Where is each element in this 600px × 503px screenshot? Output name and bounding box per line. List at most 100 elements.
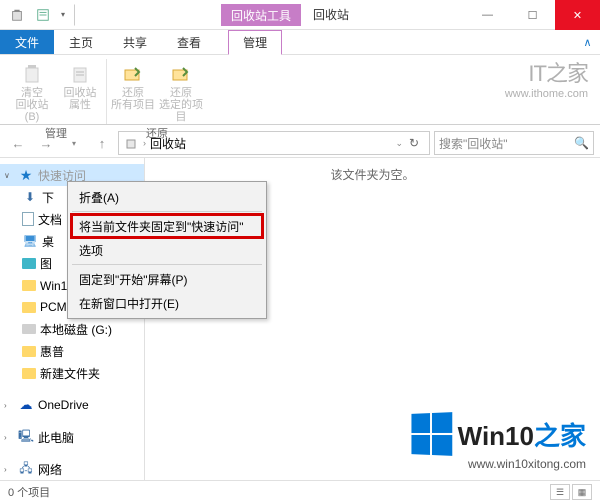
wm-it-url: www.ithome.com <box>505 88 588 100</box>
chevron-right-icon[interactable]: › <box>4 401 14 410</box>
icons-view-button[interactable]: ▦ <box>572 484 592 500</box>
qat-separator <box>74 4 96 26</box>
chevron-down-icon[interactable]: ∨ <box>4 171 14 180</box>
titlebar: ▾ 回收站工具 回收站 — ☐ ✕ <box>0 0 600 30</box>
tree-label: 文档 <box>38 211 62 228</box>
empty-bin-icon <box>16 61 48 85</box>
qat-recycle-bin-icon[interactable] <box>6 4 28 26</box>
context-menu: 折叠(A) 将当前文件夹固定到"快速访问" 选项 固定到"开始"屏幕(P) 在新… <box>67 181 267 319</box>
cm-pin-to-quick-access[interactable]: 将当前文件夹固定到"快速访问" <box>71 214 263 238</box>
status-item-count: 0 个项目 <box>8 484 50 500</box>
group-restore-label: 还原 <box>146 125 168 141</box>
folder-icon <box>22 280 36 291</box>
folder-icon <box>22 302 36 313</box>
ribbon-group-restore: 还原 所有项目 还原 选定的项目 还原 <box>107 59 207 124</box>
restore-all-label: 还原 所有项目 <box>111 87 155 111</box>
details-view-button[interactable]: ☰ <box>550 484 570 500</box>
wm-it-brand: IT <box>528 61 546 86</box>
watermark-ithome: IT之家 www.ithome.com <box>505 56 588 100</box>
tree-label: 网络 <box>38 461 62 478</box>
tree-label: 新建文件夹 <box>40 365 100 382</box>
cm-pin-to-start[interactable]: 固定到"开始"屏幕(P) <box>71 267 263 291</box>
search-placeholder: 搜索"回收站" <box>439 135 508 152</box>
tab-manage[interactable]: 管理 <box>228 30 282 55</box>
search-input[interactable]: 搜索"回收站" 🔍 <box>434 131 594 155</box>
qat-properties-icon[interactable] <box>32 4 54 26</box>
wm-win10-url: www.win10xitong.com <box>410 457 586 471</box>
tab-view[interactable]: 查看 <box>162 30 216 54</box>
tab-share[interactable]: 共享 <box>108 30 162 54</box>
network-icon: 🖧 <box>18 461 34 477</box>
restore-selected-button[interactable]: 还原 选定的项目 <box>159 61 203 123</box>
path-recycle-bin-icon <box>123 135 139 151</box>
close-button[interactable]: ✕ <box>555 0 600 30</box>
download-icon: ⬇ <box>22 189 38 205</box>
tree-item-folder[interactable]: 惠普 <box>0 340 144 362</box>
wm-it-suffix: 之家 <box>546 61 588 86</box>
folder-icon <box>22 368 36 379</box>
group-manage-label: 管理 <box>45 125 67 141</box>
up-button[interactable]: ↑ <box>90 131 114 155</box>
tab-file[interactable]: 文件 <box>0 30 54 54</box>
wm-win10-suffix: 之家 <box>534 421 586 451</box>
tree-item-drive[interactable]: 本地磁盘 (G:) <box>0 318 144 340</box>
refresh-button[interactable]: ↻ <box>403 136 425 150</box>
pictures-icon <box>22 258 36 269</box>
tree-network[interactable]: › 🖧网络 <box>0 458 144 480</box>
window-title: 回收站 <box>313 0 349 29</box>
restore-all-icon <box>117 61 149 85</box>
maximize-button[interactable]: ☐ <box>510 0 555 30</box>
properties-icon <box>64 61 96 85</box>
wm-win10-text: Win10 <box>458 421 534 451</box>
restore-all-button[interactable]: 还原 所有项目 <box>111 61 155 123</box>
chevron-right-icon[interactable]: › <box>4 465 14 474</box>
windows-logo-icon <box>411 412 452 456</box>
tree-label: 本地磁盘 (G:) <box>40 321 112 338</box>
context-tab-group: 回收站工具 <box>221 0 301 29</box>
tree-label: 下 <box>42 189 54 206</box>
restore-selected-icon <box>165 61 197 85</box>
star-icon: ★ <box>18 167 34 183</box>
document-icon <box>22 212 34 226</box>
tree-label: OneDrive <box>38 398 89 412</box>
cm-separator <box>72 264 262 265</box>
back-button[interactable]: ← <box>6 131 30 155</box>
chevron-right-icon[interactable]: › <box>4 433 14 442</box>
qat-dropdown-icon[interactable]: ▾ <box>58 10 68 19</box>
tree-label: 此电脑 <box>38 429 74 446</box>
tree-this-pc[interactable]: › 🖳此电脑 <box>0 426 144 448</box>
cm-open-new-window[interactable]: 在新窗口中打开(E) <box>71 291 263 315</box>
ribbon-group-manage: 清空 回收站(B) 回收站 属性 管理 <box>6 59 107 124</box>
tree-label: 惠普 <box>40 343 64 360</box>
folder-icon <box>22 346 36 357</box>
path-dropdown-icon[interactable]: ⌄ <box>395 138 403 149</box>
tree-label: 桌 <box>42 233 54 250</box>
ribbon-collapse-icon[interactable]: ∧ <box>575 30 600 54</box>
minimize-button[interactable]: — <box>465 0 510 30</box>
search-icon[interactable]: 🔍 <box>574 136 589 150</box>
cloud-icon: ☁ <box>18 397 34 413</box>
tab-home[interactable]: 主页 <box>54 30 108 54</box>
pc-icon: 🖳 <box>18 429 34 445</box>
restore-selected-label: 还原 选定的项目 <box>159 87 203 123</box>
empty-recycle-bin-button[interactable]: 清空 回收站(B) <box>10 61 54 123</box>
watermark-win10: Win10之家 www.win10xitong.com <box>410 413 586 471</box>
drive-icon <box>22 324 36 334</box>
cm-collapse[interactable]: 折叠(A) <box>71 185 263 209</box>
window-controls: — ☐ ✕ <box>465 0 600 29</box>
empty-bin-label: 清空 回收站(B) <box>10 87 54 123</box>
cm-separator <box>72 211 262 212</box>
desktop-icon: 🖥 <box>22 233 38 249</box>
context-tab-label: 回收站工具 <box>221 4 301 26</box>
tree-label: 图 <box>40 255 52 272</box>
properties-label: 回收站 属性 <box>64 87 97 111</box>
addressbar: ← → ▾ ↑ › 回收站 ⌄ ↻ 搜索"回收站" 🔍 <box>0 129 600 157</box>
cm-options[interactable]: 选项 <box>71 238 263 262</box>
recycle-bin-properties-button[interactable]: 回收站 属性 <box>58 61 102 123</box>
ribbon-tabs: 文件 主页 共享 查看 管理 ∧ <box>0 30 600 55</box>
view-switcher: ☰ ▦ <box>550 484 592 500</box>
statusbar: 0 个项目 ☰ ▦ <box>0 480 600 503</box>
quick-access-toolbar: ▾ <box>0 0 96 29</box>
tree-item-folder[interactable]: 新建文件夹 <box>0 362 144 384</box>
tree-onedrive[interactable]: › ☁ OneDrive <box>0 394 144 416</box>
